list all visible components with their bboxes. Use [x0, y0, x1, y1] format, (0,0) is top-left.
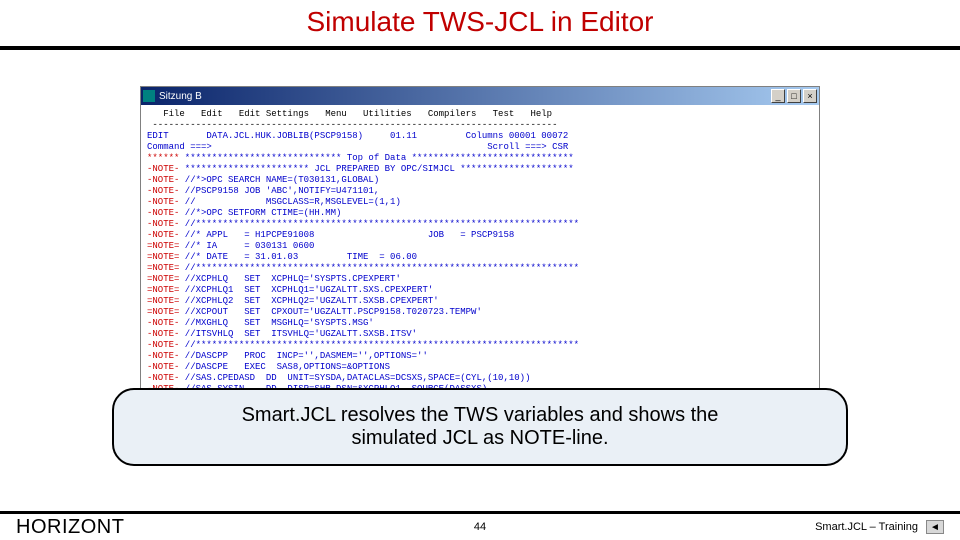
window-titlebar: Sitzung B _ □ ×: [141, 87, 819, 105]
close-button[interactable]: ×: [803, 89, 817, 103]
window-title: Sitzung B: [159, 91, 202, 102]
terminal-window: Sitzung B _ □ × File Edit Edit Settings …: [140, 86, 820, 416]
footer-brand: HORIZONT: [16, 516, 124, 539]
window-icon: [143, 90, 155, 102]
minimize-button[interactable]: _: [771, 89, 785, 103]
callout-line2: simulated JCL as NOTE-line.: [351, 427, 608, 450]
callout-line1: Smart.JCL resolves the TWS variables and…: [242, 404, 719, 427]
terminal-body: File Edit Edit Settings Menu Utilities C…: [141, 105, 819, 415]
footer-right-text: Smart.JCL – Training: [815, 521, 918, 533]
slide-title: Simulate TWS-JCL in Editor: [307, 6, 654, 37]
nav-prev-button[interactable]: ◄: [926, 520, 944, 534]
callout-box: Smart.JCL resolves the TWS variables and…: [112, 388, 848, 466]
page-number: 44: [474, 521, 486, 533]
title-underline: [0, 46, 960, 50]
footer: HORIZONT 44 Smart.JCL – Training ◄: [0, 514, 960, 540]
maximize-button[interactable]: □: [787, 89, 801, 103]
